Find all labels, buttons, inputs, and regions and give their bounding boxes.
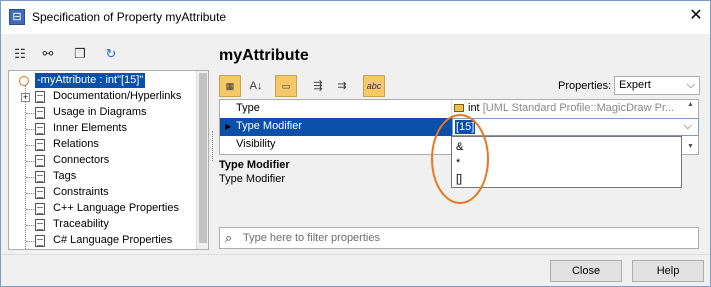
type-value: int [468,102,480,114]
properties-mode-value: Expert [619,79,651,91]
scroll-up-icon[interactable]: ▲ [687,101,694,108]
show-description-icon[interactable]: ▭ [275,75,297,97]
chevron-down-icon[interactable]: ⌵ [684,120,692,133]
chevron-down-icon: ⌵ [686,79,695,91]
page-icon [35,187,45,199]
tree-icon[interactable]: ⚯ [39,45,57,63]
property-name: Visibility [236,138,276,150]
tree-item-label: Constraints [53,186,109,198]
page-icon [35,235,45,247]
category-tree[interactable]: -myAttribute : int"[15]" + Documentation… [8,70,209,250]
footer-separator [1,254,710,255]
property-icon [19,76,29,86]
specification-dialog: ⊟ Specification of Property myAttribute … [0,0,711,287]
search-icon: ⌕ [225,230,233,245]
tree-item-traceability[interactable]: Traceability [9,217,195,233]
window-title: Specification of Property myAttribute [32,10,227,24]
page-icon [35,203,45,215]
tree-item-inner-elements[interactable]: Inner Elements [9,121,195,137]
page-icon [35,139,45,151]
tree-item-label: Documentation/Hyperlinks [53,90,182,102]
tree-item-label: Tags [53,170,77,182]
description-text: Type Modifier [219,173,286,185]
properties-toolbar: ▦ A↓ ▭ ⇶ ⇉ abc Properties: Expert ⌵ [219,75,700,97]
property-value: int [UML Standard Profile::MagicDraw Pr.… [454,102,674,114]
tree-item-label: Connectors [53,154,110,166]
tree-root-label: -myAttribute : int"[15]" [35,73,146,88]
pane-splitter[interactable] [212,131,214,161]
tree-item-tags[interactable]: Tags [9,169,195,185]
tree-item-label: Usage in Diagrams [53,106,147,118]
list-icon[interactable]: ☷ [11,45,29,63]
expand-icon[interactable]: + [21,93,30,102]
tree-connector [26,225,34,226]
tree-item-constraints[interactable]: Constraints [9,185,195,201]
tree-item-connectors[interactable]: Connectors [9,153,195,169]
tree-scrollbar[interactable] [196,71,208,249]
tree-item-label: Traceability [53,218,109,230]
tree-item-label: C++ Language Properties [53,202,179,214]
tree-connector [26,193,34,194]
title-bar: ⊟ Specification of Property myAttribute … [1,1,710,34]
page-icon [35,91,45,103]
tree-item-label: Relations [53,138,99,150]
highlight-ring [431,114,489,204]
description-title: Type Modifier [219,159,290,171]
sort-alphabetically-icon[interactable]: A↓ [245,75,267,97]
type-modifier-combo[interactable]: [15] ⌵ [452,118,699,136]
page-icon [35,155,45,167]
refresh-icon[interactable]: ↻ [102,45,120,63]
tree-connector [26,241,34,242]
scroll-down-icon[interactable]: ▼ [687,143,694,150]
tree-item-usage[interactable]: Usage in Diagrams [9,105,195,121]
abc-icon[interactable]: abc [363,75,385,97]
close-icon[interactable]: ✕ [685,5,707,27]
tree-connector [26,161,34,162]
copy-icon[interactable]: ❐ [71,45,89,63]
tree-item-label: C# Language Properties [53,234,173,246]
tree-connector [26,145,34,146]
group-by-category-icon[interactable]: ▦ [219,75,241,97]
tree-item-csharp-properties[interactable]: C# Language Properties [9,233,195,249]
properties-label: Properties: [558,80,612,92]
tree-connector [26,129,34,130]
tree-scroll-thumb[interactable] [199,73,207,243]
tree-root-item[interactable]: -myAttribute : int"[15]" [9,73,195,89]
element-heading: myAttribute [219,47,309,64]
page-icon [35,219,45,231]
help-button[interactable]: Help [632,260,704,282]
property-name: Type Modifier [236,120,303,132]
app-icon: ⊟ [9,9,25,25]
property-name: Type [236,102,260,114]
tree-item-cpp-properties[interactable]: C++ Language Properties [9,201,195,217]
tree-connector [26,177,34,178]
tree-connector [26,113,34,114]
filter-input[interactable]: ⌕ Type here to filter properties [219,227,699,249]
close-button[interactable]: Close [550,260,622,282]
properties-mode-select[interactable]: Expert ⌵ [614,76,700,95]
row-pointer-icon: ▶ [225,122,232,131]
tree-item-relations[interactable]: Relations [9,137,195,153]
page-icon [35,123,45,135]
filter-placeholder: Type here to filter properties [243,232,380,244]
page-icon [35,107,45,119]
tree-item-label: Inner Elements [53,122,127,134]
class-icon [454,104,464,113]
tree-connector [26,209,34,210]
page-icon [35,171,45,183]
type-value-qualified: [UML Standard Profile::MagicDraw Pr... [482,102,675,114]
expand-all-icon[interactable]: ⇶ [307,75,329,97]
collapse-all-icon[interactable]: ⇉ [331,75,353,97]
tree-item-documentation[interactable]: + Documentation/Hyperlinks [9,89,195,105]
